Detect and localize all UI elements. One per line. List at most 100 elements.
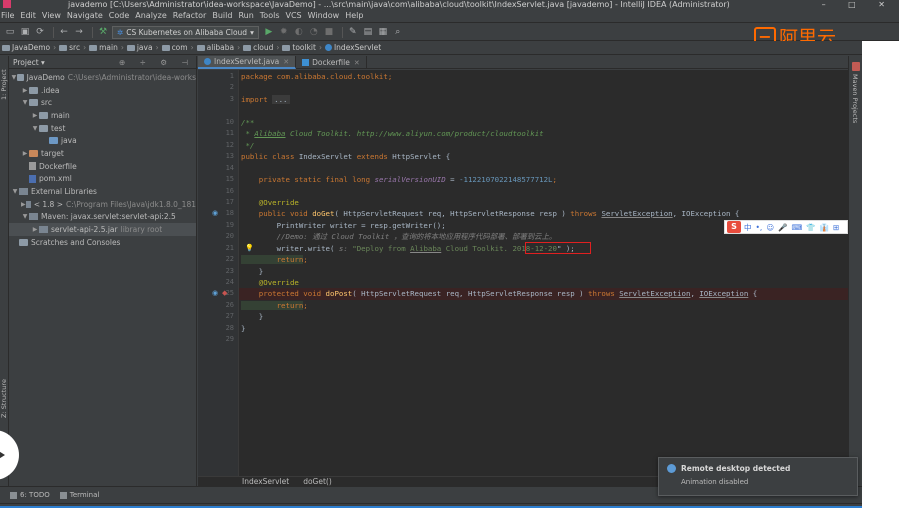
override-marker-icon[interactable]: ◉	[212, 208, 218, 220]
tree-item[interactable]: ▼ External Libraries	[9, 185, 196, 198]
line-number[interactable]: 29	[226, 334, 234, 346]
folded-imports[interactable]: ...	[272, 95, 290, 104]
tree-item[interactable]: ▶ main	[9, 109, 196, 122]
tab-dockerfile[interactable]: Dockerfile ✕	[296, 56, 367, 69]
line-number[interactable]: 24	[226, 277, 234, 289]
breadcrumb-method[interactable]: doGet()	[303, 477, 332, 486]
menu-tools[interactable]: Tools	[257, 11, 283, 20]
wrench-icon[interactable]: ✎	[347, 26, 359, 38]
menu-run[interactable]: Run	[235, 11, 256, 20]
tree-item[interactable]: ▶ servlet-api-2.5.jar library root	[9, 223, 196, 236]
open-folder-icon[interactable]: ▭	[4, 26, 16, 38]
tree-item[interactable]: ▼ JavaDemo C:\Users\Administrator\idea-wor…	[9, 71, 196, 84]
menu-vcs[interactable]: VCS	[283, 11, 305, 20]
line-number[interactable]: 11	[226, 128, 234, 140]
chevron-right-icon[interactable]: ▶	[21, 150, 29, 157]
menu-refactor[interactable]: Refactor	[170, 11, 210, 20]
back-arrow-icon[interactable]: ←	[58, 26, 70, 38]
ime-chinese-mode[interactable]: 中	[744, 222, 752, 233]
panel-actions[interactable]: ⊕ ÷ ⚙ ⊣	[119, 58, 194, 67]
tree-item[interactable]: ▶ .idea	[9, 84, 196, 97]
line-number[interactable]: 1	[230, 71, 234, 83]
remote-desktop-notification[interactable]: Remote desktop detected Animation disabl…	[658, 457, 858, 496]
line-number[interactable]: 17	[226, 197, 234, 209]
ime-voice-icon[interactable]: 🎤	[778, 223, 787, 232]
tree-item[interactable]: Dockerfile	[9, 160, 196, 173]
search-icon[interactable]: ⌕	[392, 26, 404, 38]
line-number[interactable]: 23	[226, 266, 234, 278]
line-number[interactable]: 22	[226, 254, 234, 266]
line-number[interactable]: 2	[230, 82, 234, 94]
line-number[interactable]: 19	[226, 220, 234, 232]
todo-tool-button[interactable]: 6: TODO	[10, 491, 50, 499]
ime-keyboard-icon[interactable]: ⌨	[791, 223, 802, 232]
code-editor[interactable]: 1 2 3 10 11 12 13 14 15 16 17 18 19 20 21 22 23 24 25 26 27 2…	[198, 70, 848, 476]
tree-item[interactable]: ▼ src	[9, 96, 196, 109]
breadcrumb-toolkit[interactable]: toolkit ›	[282, 43, 322, 52]
menu-file[interactable]: File	[0, 11, 17, 20]
chevron-right-icon[interactable]: ▶	[21, 87, 29, 94]
chevron-down-icon[interactable]: ▼	[21, 99, 29, 106]
window-controls[interactable]: – □ ✕	[822, 0, 895, 9]
project-tool-button[interactable]: 1: Project	[0, 60, 9, 100]
line-number[interactable]: 10	[226, 117, 234, 129]
menu-view[interactable]: View	[39, 11, 64, 20]
tree-item[interactable]: Scratches and Consoles	[9, 236, 196, 249]
sdk-icon[interactable]: ▦	[377, 26, 389, 38]
line-number[interactable]: 14	[226, 163, 234, 175]
tab-indexservlet[interactable]: IndexServlet.java ✕	[198, 56, 297, 69]
sync-icon[interactable]: ⟳	[34, 26, 46, 38]
tree-item[interactable]: ▶ target	[9, 147, 196, 160]
tree-item[interactable]: pom.xml	[9, 173, 196, 186]
breadcrumb-cloud[interactable]: cloud ›	[243, 43, 279, 52]
debug-icon[interactable]: ✹	[278, 26, 290, 38]
menu-build[interactable]: Build	[209, 11, 235, 20]
maven-icon[interactable]	[852, 62, 860, 71]
line-number[interactable]: 16	[226, 186, 234, 198]
line-number[interactable]: 20	[226, 231, 234, 243]
close-icon[interactable]: ✕	[283, 58, 289, 66]
breadcrumb-indexservlet[interactable]: IndexServlet	[324, 43, 381, 52]
override-marker-icon[interactable]: ◉	[212, 288, 218, 300]
breadcrumb-class[interactable]: IndexServlet	[242, 477, 289, 486]
chevron-down-icon[interactable]: ▼	[11, 188, 19, 195]
terminal-tool-button[interactable]: Terminal	[59, 491, 99, 499]
breadcrumb-java[interactable]: java ›	[126, 43, 159, 52]
chevron-down-icon[interactable]: ▼	[21, 213, 29, 220]
ime-grid-icon[interactable]: ⊞	[833, 223, 839, 232]
project-structure-icon[interactable]: ▤	[362, 26, 374, 38]
menu-window[interactable]: Window	[305, 11, 343, 20]
breadcrumb-src[interactable]: src ›	[59, 43, 86, 52]
menu-analyze[interactable]: Analyze	[132, 11, 170, 20]
line-number[interactable]: 13	[226, 151, 234, 163]
stop-icon[interactable]: ■	[323, 26, 335, 38]
forward-arrow-icon[interactable]: →	[73, 26, 85, 38]
line-number[interactable]: 26	[226, 300, 234, 312]
breakpoint-icon[interactable]: ◆	[222, 288, 227, 300]
maven-projects-button[interactable]: Maven Projects	[851, 74, 859, 123]
breadcrumb-javademo[interactable]: JavaDemo ›	[2, 43, 56, 52]
menu-help[interactable]: Help	[342, 11, 366, 20]
ime-tools-icon[interactable]: 👔	[820, 223, 829, 232]
menu-edit[interactable]: Edit	[17, 11, 39, 20]
menu-code[interactable]: Code	[106, 11, 132, 20]
save-all-icon[interactable]: ▣	[19, 26, 31, 38]
tree-item[interactable]: ▼ Maven: javax.servlet:servlet-api:2.5	[9, 211, 196, 224]
coverage-icon[interactable]: ◐	[293, 26, 305, 38]
run-icon[interactable]: ▶	[263, 26, 275, 38]
breadcrumb-main[interactable]: main ›	[89, 43, 124, 52]
close-icon[interactable]: ✕	[354, 59, 360, 67]
tree-item[interactable]: ▶ < 1.8 > C:\Program Files\Java\jdk1.8.0_1…	[9, 198, 196, 211]
breadcrumb-com[interactable]: com ›	[161, 43, 194, 52]
line-number[interactable]: 12	[226, 140, 234, 152]
line-number[interactable]: 3	[230, 94, 234, 106]
line-number[interactable]: 15	[226, 174, 234, 186]
chevron-right-icon[interactable]: ▶	[31, 226, 39, 233]
ime-skin-icon[interactable]: 👕	[806, 223, 815, 232]
line-number[interactable]: 27	[226, 311, 234, 323]
tree-item[interactable]: java	[9, 134, 196, 147]
chevron-down-icon[interactable]: ▼	[31, 125, 39, 132]
build-hammer-icon[interactable]: ⚒	[97, 26, 109, 38]
structure-tool-button[interactable]: Z: Structure	[0, 374, 9, 418]
ime-punctuation-icon[interactable]: •,	[756, 223, 763, 232]
